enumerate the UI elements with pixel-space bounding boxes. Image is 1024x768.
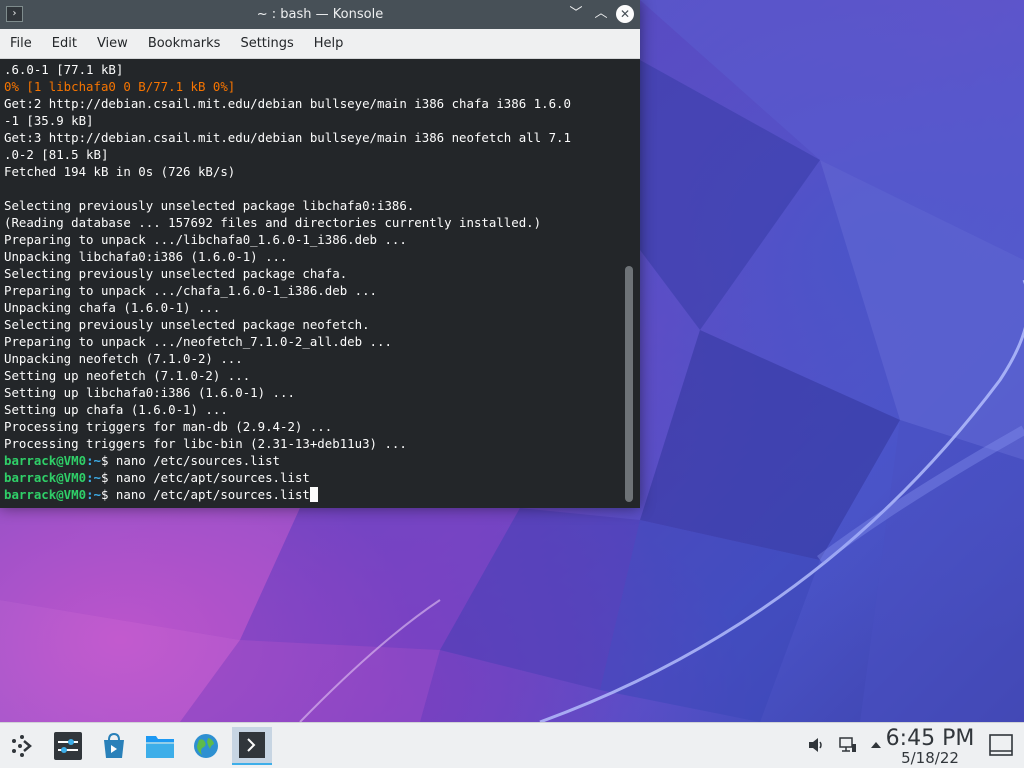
prompt-line: barrack@VM0:~$ nano /etc/apt/sources.lis…	[4, 486, 626, 503]
web-browser-globe-icon[interactable]	[186, 727, 226, 765]
terminal-line: Unpacking libchafa0:i386 (1.6.0-1) ...	[4, 249, 288, 264]
prompt-symbol: $	[100, 470, 116, 485]
terminal-line: Get:2 http://debian.csail.mit.edu/debian…	[4, 96, 571, 111]
konsole-terminal-icon[interactable]	[232, 727, 272, 765]
prompt-path: :~	[86, 453, 101, 468]
prompt-user: barrack@VM0	[4, 487, 87, 502]
prompt-path: :~	[86, 487, 101, 502]
clock-date[interactable]: 5/18/22	[880, 750, 980, 767]
terminal-line: Preparing to unpack .../neofetch_7.1.0-2…	[4, 334, 392, 349]
window-titlebar[interactable]: › ~ : bash — Konsole ﹀ ︿ ✕	[0, 0, 640, 29]
volume-icon[interactable]	[806, 735, 826, 755]
terminal-line: Selecting previously unselected package …	[4, 198, 415, 213]
terminal-line: Processing triggers for man-db (2.9.4-2)…	[4, 419, 333, 434]
prompt-line: barrack@VM0:~$ nano /etc/sources.list	[4, 452, 626, 469]
prompt-command: nano /etc/apt/sources.list	[115, 470, 310, 485]
terminal-line: Setting up libchafa0:i386 (1.6.0-1) ...	[4, 385, 295, 400]
menu-settings[interactable]: Settings	[230, 29, 303, 59]
dolphin-file-manager-icon[interactable]	[140, 727, 180, 765]
menu-help[interactable]: Help	[304, 29, 354, 59]
prompt-line: barrack@VM0:~$ nano /etc/apt/sources.lis…	[4, 469, 626, 486]
terminal-line: Processing triggers for libc-bin (2.31-1…	[4, 436, 407, 451]
terminal-line: Selecting previously unselected package …	[4, 266, 348, 281]
menu-edit[interactable]: Edit	[42, 29, 87, 59]
terminal-line: Unpacking neofetch (7.1.0-2) ...	[4, 351, 243, 366]
menubar: File Edit View Bookmarks Settings Help	[0, 29, 640, 59]
terminal-line: -1 [35.9 kB]	[4, 113, 94, 128]
maximize-button[interactable]: ︿	[592, 5, 610, 23]
terminal-line: 0% [1 libchafa0 0 B/77.1 kB 0%]	[4, 79, 236, 94]
menu-view[interactable]: View	[87, 29, 138, 59]
show-desktop-icon[interactable]	[988, 733, 1014, 757]
terminal-line: .0-2 [81.5 kB]	[4, 147, 109, 162]
application-launcher-icon[interactable]	[2, 727, 42, 765]
close-button[interactable]: ✕	[616, 5, 634, 23]
minimize-button[interactable]: ﹀	[567, 5, 585, 23]
window-title: ~ : bash — Konsole	[256, 7, 384, 22]
terminal-line: .6.0-1 [77.1 kB]	[4, 62, 124, 77]
terminal-line: Preparing to unpack .../libchafa0_1.6.0-…	[4, 232, 407, 247]
prompt-command: nano /etc/sources.list	[115, 453, 281, 468]
menu-file[interactable]: File	[0, 29, 42, 59]
prompt-path: :~	[86, 470, 101, 485]
terminal-line: Fetched 194 kB in 0s (726 kB/s)	[4, 164, 236, 179]
system-settings-icon[interactable]	[48, 727, 88, 765]
konsole-window: › ~ : bash — Konsole ﹀ ︿ ✕ File Edit Vie…	[0, 0, 640, 508]
text-cursor	[309, 487, 318, 502]
terminal-line: Setting up chafa (1.6.0-1) ...	[4, 402, 228, 417]
menu-bookmarks[interactable]: Bookmarks	[138, 29, 231, 59]
scrollbar-thumb[interactable]	[625, 266, 633, 502]
prompt-symbol: $	[100, 487, 116, 502]
terminal-line: Selecting previously unselected package …	[4, 317, 370, 332]
terminal-line: Get:3 http://debian.csail.mit.edu/debian…	[4, 130, 571, 145]
taskbar: 6:45 PM 5/18/22	[0, 722, 1024, 768]
terminal-line: Unpacking chafa (1.6.0-1) ...	[4, 300, 221, 315]
prompt-user: barrack@VM0	[4, 470, 87, 485]
discover-store-icon[interactable]	[94, 727, 134, 765]
terminal-output[interactable]: .6.0-1 [77.1 kB] 0% [1 libchafa0 0 B/77.1…	[0, 59, 626, 508]
prompt-user: barrack@VM0	[4, 453, 87, 468]
network-icon[interactable]	[838, 735, 858, 755]
terminal-line: Setting up neofetch (7.1.0-2) ...	[4, 368, 251, 383]
prompt-command: nano /etc/apt/sources.list	[115, 487, 310, 502]
prompt-symbol: $	[100, 453, 116, 468]
terminal-line: (Reading database ... 157692 files and d…	[4, 215, 542, 230]
terminal-line: Preparing to unpack .../chafa_1.6.0-1_i3…	[4, 283, 377, 298]
